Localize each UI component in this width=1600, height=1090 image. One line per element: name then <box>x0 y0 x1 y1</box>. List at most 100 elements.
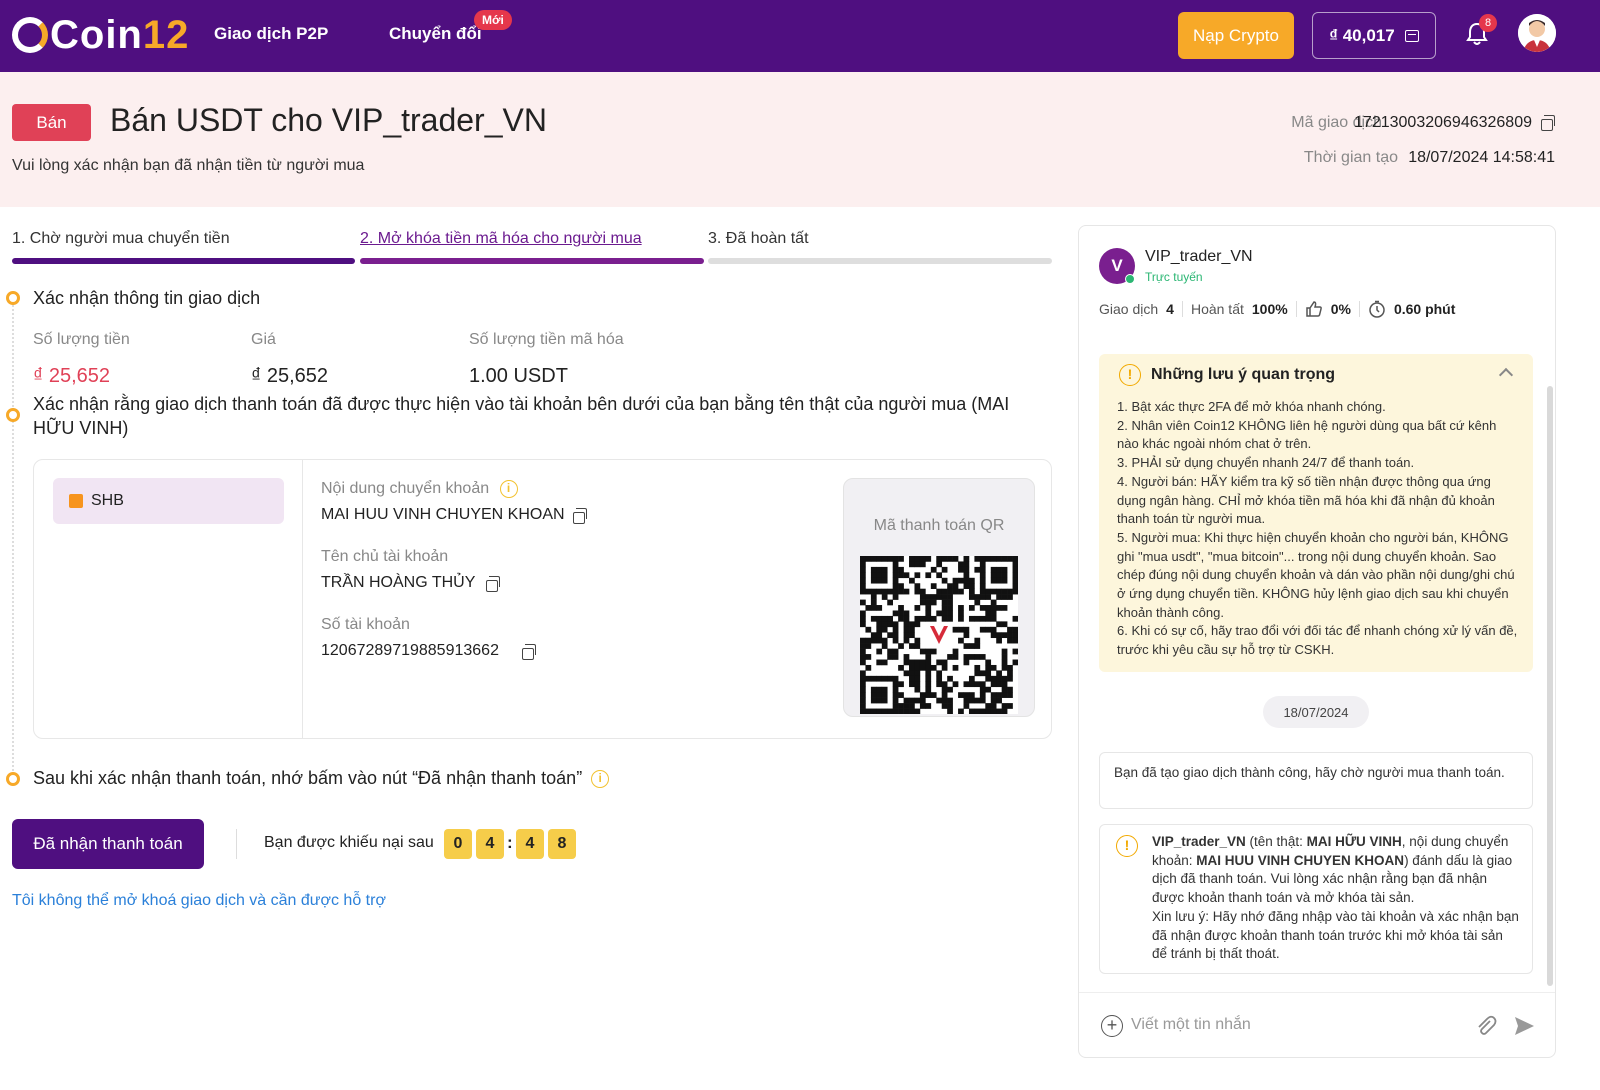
brand-logo[interactable]: Coin 12 <box>12 12 189 58</box>
release-time-value: 0.60 phút <box>1393 301 1456 317</box>
divider <box>236 829 237 859</box>
warning-icon: ! <box>1116 835 1138 857</box>
top-navbar: Coin 12 Giao dịch P2P Chuyển đổi Mới Nạp … <box>0 0 1600 72</box>
msg-buyer-name: VIP_trader_VN <box>1152 834 1246 849</box>
transfer-content-value: MAI HUU VINH CHUYEN KHOAN <box>321 506 565 523</box>
wallet-icon <box>1404 29 1419 42</box>
timer-digit: 4 <box>476 829 504 859</box>
counterparty-name[interactable]: VIP_trader_VN <box>1145 248 1253 266</box>
section-after-confirm-title: Sau khi xác nhận thanh toán, nhớ bấm vào… <box>33 766 610 790</box>
step-3-bar <box>708 258 1052 264</box>
bank-option-shb[interactable]: SHB <box>53 478 284 524</box>
warning-icon: ! <box>1119 364 1141 386</box>
amount-value: ₫ 25,652 <box>33 365 110 387</box>
order-header <box>0 72 1600 207</box>
bank-account-card: SHB Nội dung chuyển khoản i MAI HUU VINH… <box>33 459 1052 739</box>
message-input[interactable]: Viết một tin nhắn <box>1131 1016 1251 1034</box>
plus-icon[interactable]: + <box>1101 1015 1123 1037</box>
trades-value: 4 <box>1166 301 1174 317</box>
info-icon[interactable]: i <box>591 770 610 789</box>
note-item: 2. Nhân viên Coin12 KHÔNG liên hệ người … <box>1117 417 1497 452</box>
brand-num: 12 <box>142 12 190 57</box>
timer-colon: : <box>507 833 513 852</box>
amount-label: Số lượng tiền <box>33 331 130 348</box>
brand-main: Coin <box>50 12 143 57</box>
divider <box>1295 301 1297 317</box>
online-indicator <box>1125 274 1135 284</box>
copy-account-icon[interactable] <box>522 644 536 660</box>
rating-value: 0% <box>1330 301 1351 317</box>
user-avatar[interactable] <box>1518 14 1556 52</box>
section-after-confirm-text: Sau khi xác nhận thanh toán, nhớ bấm vào… <box>33 768 583 788</box>
bank-name: SHB <box>91 492 124 509</box>
timeline-line <box>12 305 14 775</box>
deposit-crypto-button[interactable]: Nạp Crypto <box>1178 12 1294 59</box>
step-2[interactable]: 2. Mở khóa tiền mã hóa cho người mua <box>360 230 642 248</box>
need-support-link[interactable]: Tôi không thể mở khoá giao dịch và cần đ… <box>12 892 386 910</box>
page-title: Bán USDT cho VIP_trader_VN <box>110 102 547 138</box>
section-confirm-payment-title: Xác nhận rằng giao dịch thanh toán đã đư… <box>33 394 1010 438</box>
timer-digit: 8 <box>548 829 576 859</box>
payment-received-button[interactable]: Đã nhận thanh toán <box>12 819 204 869</box>
new-badge: Mới <box>474 10 512 30</box>
counterparty-stats: Giao dịch 4 Hoàn tất 100% 0% 0.60 phút <box>1099 300 1455 318</box>
attachment-icon[interactable] <box>1475 1015 1497 1037</box>
nav-convert[interactable]: Chuyển đổi <box>389 24 482 44</box>
bank-list: SHB <box>34 460 303 738</box>
note-item: 6. Khi có sự cố, hãy trao đổi với đối tá… <box>1117 623 1518 658</box>
note-item: 4. Người bán: HÃY kiểm tra kỹ số tiền nh… <box>1117 473 1495 527</box>
msg-text: (tên thật: <box>1245 834 1307 849</box>
chat-date-separator: 18/07/2024 <box>1263 696 1369 728</box>
copy-txid-icon[interactable] <box>1541 115 1555 131</box>
notification-count: 8 <box>1479 14 1497 32</box>
timer-digit: 0 <box>444 829 472 859</box>
qr-code <box>860 556 1018 714</box>
avatar-icon <box>1518 14 1556 52</box>
section-confirm-info-title: Xác nhận thông tin giao dịch <box>33 288 261 308</box>
account-number-label: Số tài khoản <box>321 616 410 633</box>
timeline-dot-1 <box>6 291 20 305</box>
created-value: 18/07/2024 14:58:41 <box>1408 149 1555 166</box>
timeline-dot-3 <box>6 772 20 786</box>
chat-scrollbar[interactable] <box>1547 386 1553 986</box>
msg-real-name: MAI HỮU VINH <box>1306 834 1402 849</box>
account-holder-label: Tên chủ tài khoản <box>321 548 449 565</box>
divider <box>1181 301 1183 317</box>
completion-value: 100% <box>1251 301 1288 317</box>
divider <box>1358 301 1360 317</box>
note-item: 1. Bật xác thực 2FA để mở khóa nhanh chó… <box>1117 399 1386 414</box>
chat-input-bar: + Viết một tin nhắn <box>1079 992 1555 1057</box>
completion-label: Hoàn tất <box>1190 301 1244 317</box>
logo-c-icon <box>12 17 48 53</box>
counterparty-status: Trực tuyến <box>1145 270 1203 284</box>
msg-warning-text: Xin lưu ý: Hãy nhớ đăng nhập vào tài kho… <box>1152 908 1519 962</box>
step-2-bar <box>360 258 704 264</box>
transfer-content-label: Nội dung chuyển khoản i <box>321 480 518 498</box>
note-item: 5. Người mua: Khi thực hiện chuyển khoản… <box>1117 529 1515 620</box>
account-number-value: 12067289719885913662 <box>321 642 499 659</box>
crypto-amount-label: Số lượng tiền mã hóa <box>469 331 624 348</box>
payment-marked-message: ! VIP_trader_VN (tên thật: MAI HỮU VINH,… <box>1099 824 1533 974</box>
notes-title: Những lưu ý quan trọng <box>1151 366 1336 383</box>
transfer-content-label-text: Nội dung chuyển khoản <box>321 480 490 498</box>
copy-content-icon[interactable] <box>573 508 587 524</box>
copy-holder-icon[interactable] <box>486 576 500 592</box>
send-icon[interactable] <box>1513 1015 1535 1037</box>
price-value: ₫ 25,652 <box>251 365 328 387</box>
price-label: Giá <box>251 331 276 348</box>
nav-p2p[interactable]: Giao dịch P2P <box>214 24 328 44</box>
msg-transfer-content: MAI HUU VINH CHUYEN KHOAN <box>1196 852 1405 868</box>
crypto-amount-value: 1.00 USDT <box>469 365 568 387</box>
qr-title: Mã thanh toán QR <box>873 517 1005 534</box>
timer-icon <box>1369 300 1385 318</box>
complaint-timer-label: Bạn được khiếu nại sau <box>264 834 434 851</box>
txid-value: 17213003206946326809 <box>1354 114 1532 131</box>
qr-payment-box: Mã thanh toán QR <box>843 478 1035 717</box>
important-notes: ! Những lưu ý quan trọng 1. Bật xác thực… <box>1099 354 1533 672</box>
info-icon[interactable]: i <box>499 480 518 498</box>
step-1: 1. Chờ người mua chuyển tiền <box>12 230 230 247</box>
thumbs-up-icon <box>1305 301 1322 317</box>
chevron-up-icon[interactable] <box>1498 367 1514 383</box>
step-3: 3. Đã hoàn tất <box>708 230 809 247</box>
balance-button[interactable]: ₫ 40,017 <box>1312 12 1436 59</box>
